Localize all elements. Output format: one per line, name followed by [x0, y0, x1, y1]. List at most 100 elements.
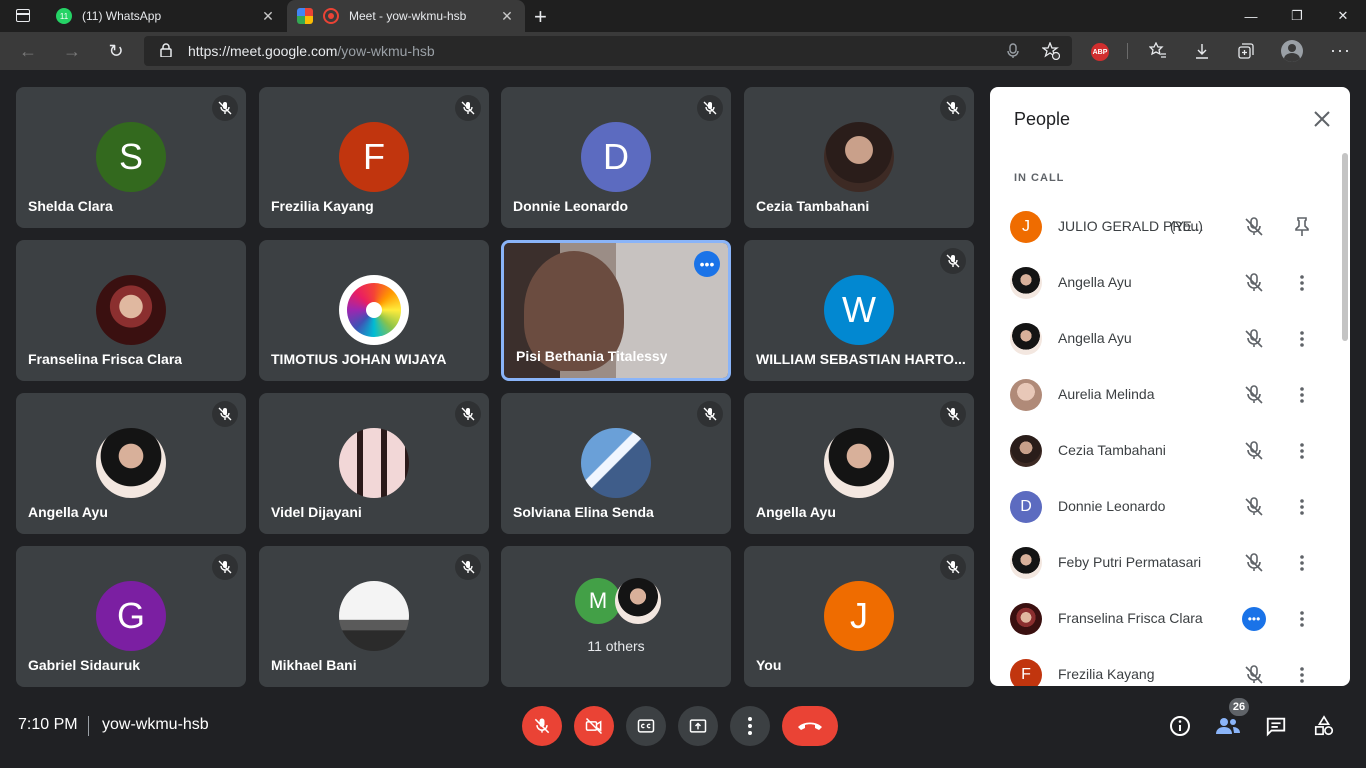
- more-vert-icon[interactable]: [1290, 663, 1314, 686]
- participant-tile-speaking[interactable]: ••• Pisi Bethania Titalessy: [501, 240, 731, 381]
- person-name: Franselina Frisca Clara: [1058, 610, 1203, 626]
- avatar: J: [1010, 211, 1042, 243]
- meeting-details-button[interactable]: [1167, 713, 1193, 739]
- people-list-item[interactable]: D Donnie Leonardo: [990, 479, 1350, 535]
- close-tab-icon[interactable]: ✕: [499, 8, 515, 25]
- participant-name: WILLIAM SEBASTIAN HARTO...: [756, 351, 966, 367]
- restore-icon[interactable]: ❐: [1274, 0, 1320, 32]
- avatar-initial: D: [603, 136, 629, 177]
- tab-badge: 11: [59, 11, 69, 21]
- participant-tile[interactable]: F Frezilia Kayang: [259, 87, 489, 228]
- meeting-time: 7:10 PM: [18, 716, 78, 733]
- more-vert-icon[interactable]: [1290, 327, 1314, 351]
- avatar-photo: [1010, 435, 1042, 467]
- browser-tab-bar: 11 (11) WhatsApp ✕ Meet - yow-wkmu-hsb ✕…: [0, 0, 1366, 32]
- mic-off-icon: [940, 95, 966, 121]
- forward-icon[interactable]: →: [57, 36, 87, 66]
- panel-scrollbar[interactable]: [1342, 153, 1348, 341]
- mic-off-icon: [1245, 217, 1263, 236]
- meeting-code: yow-wkmu-hsb: [102, 716, 209, 733]
- people-button[interactable]: [1215, 713, 1241, 739]
- avatar-photo: [1010, 547, 1042, 579]
- microphone-icon[interactable]: [1006, 43, 1020, 59]
- participant-tile[interactable]: D Donnie Leonardo: [501, 87, 731, 228]
- url-field[interactable]: https://meet.google.com/yow-wkmu-hsb: [144, 36, 1072, 66]
- participant-tile[interactable]: Angella Ayu: [744, 393, 974, 534]
- add-favorite-icon[interactable]: [1042, 42, 1060, 60]
- person-name: Frezilia Kayang: [1058, 666, 1155, 682]
- people-list-item[interactable]: J JULIO GERALD PRE... (You): [990, 199, 1350, 255]
- tab-meet[interactable]: Meet - yow-wkmu-hsb ✕: [287, 0, 525, 32]
- more-vert-icon[interactable]: [1290, 495, 1314, 519]
- adblock-icon[interactable]: ABP: [1091, 43, 1109, 61]
- mic-off-icon: [940, 248, 966, 274]
- mic-toggle-button[interactable]: [522, 706, 562, 746]
- participant-tile[interactable]: Solviana Elina Senda: [501, 393, 731, 534]
- participant-tile[interactable]: Franselina Frisca Clara: [16, 240, 246, 381]
- people-list-item[interactable]: Angella Ayu: [990, 255, 1350, 311]
- section-heading: IN CALL: [1014, 172, 1065, 184]
- camera-off-icon: [585, 717, 603, 735]
- people-list-item[interactable]: Franselina Frisca Clara •••: [990, 591, 1350, 647]
- refresh-icon[interactable]: ↻: [101, 36, 131, 66]
- collections-icon[interactable]: [1237, 42, 1255, 60]
- info-icon: [1170, 716, 1190, 736]
- url-path: /yow-wkmu-hsb: [337, 43, 435, 59]
- more-vert-icon[interactable]: [1290, 551, 1314, 575]
- downloads-icon[interactable]: [1193, 42, 1211, 60]
- self-tile[interactable]: J You: [744, 546, 974, 687]
- activities-button[interactable]: [1311, 713, 1337, 739]
- mic-off-icon: [1245, 497, 1263, 516]
- participant-tile[interactable]: TIMOTIUS JOHAN WIJAYA: [259, 240, 489, 381]
- more-vert-icon[interactable]: [1290, 607, 1314, 631]
- close-tab-icon[interactable]: ✕: [260, 8, 276, 25]
- participant-tile[interactable]: Cezia Tambahani: [744, 87, 974, 228]
- present-button[interactable]: [678, 706, 718, 746]
- participant-tile[interactable]: W WILLIAM SEBASTIAN HARTO...: [744, 240, 974, 381]
- profile-avatar[interactable]: [1281, 40, 1303, 62]
- more-vert-icon[interactable]: [1290, 439, 1314, 463]
- url-host: https://meet.google.com: [188, 43, 338, 59]
- leave-call-button[interactable]: [782, 706, 838, 746]
- people-list-item[interactable]: Angella Ayu: [990, 311, 1350, 367]
- participant-name: Cezia Tambahani: [756, 198, 870, 214]
- favorites-icon[interactable]: [1149, 42, 1167, 60]
- settings-menu-icon[interactable]: ···: [1330, 40, 1351, 61]
- tab-actions-icon[interactable]: [16, 9, 30, 22]
- more-options-button[interactable]: [730, 706, 770, 746]
- people-list-item[interactable]: F Frezilia Kayang: [990, 647, 1350, 686]
- more-vert-icon[interactable]: [1290, 271, 1314, 295]
- more-vert-icon[interactable]: [1290, 383, 1314, 407]
- participant-tile[interactable]: S Shelda Clara: [16, 87, 246, 228]
- participant-tile[interactable]: Angella Ayu: [16, 393, 246, 534]
- participant-name: Frezilia Kayang: [271, 198, 374, 214]
- lock-icon: [160, 43, 172, 57]
- mic-off-icon: [1245, 665, 1263, 684]
- whatsapp-icon: 11: [56, 8, 72, 24]
- participant-tile[interactable]: Mikhael Bani: [259, 546, 489, 687]
- participant-name: Videl Dijayani: [271, 504, 362, 520]
- new-tab-button[interactable]: +: [534, 4, 547, 30]
- avatar-photo: [96, 275, 166, 345]
- person-name: Donnie Leonardo: [1058, 498, 1166, 514]
- you-label: (You): [1170, 218, 1203, 234]
- participant-tile[interactable]: G Gabriel Sidauruk: [16, 546, 246, 687]
- more-options-icon[interactable]: •••: [694, 251, 720, 277]
- avatar-initial: F: [363, 136, 385, 177]
- chat-button[interactable]: [1263, 713, 1289, 739]
- people-list-item[interactable]: Cezia Tambahani: [990, 423, 1350, 479]
- close-window-icon[interactable]: ✕: [1320, 0, 1366, 32]
- camera-toggle-button[interactable]: [574, 706, 614, 746]
- minimize-icon[interactable]: —: [1228, 0, 1274, 32]
- tab-whatsapp[interactable]: 11 (11) WhatsApp ✕: [46, 0, 286, 32]
- back-icon[interactable]: ←: [13, 36, 43, 66]
- pin-icon[interactable]: [1290, 215, 1314, 239]
- others-tile[interactable]: M 11 others: [501, 546, 731, 687]
- participant-name: Mikhael Bani: [271, 657, 357, 673]
- close-icon[interactable]: [1310, 107, 1334, 131]
- captions-button[interactable]: [626, 706, 666, 746]
- captions-icon: [637, 719, 655, 733]
- participant-tile[interactable]: Videl Dijayani: [259, 393, 489, 534]
- people-list-item[interactable]: Feby Putri Permatasari: [990, 535, 1350, 591]
- people-list-item[interactable]: Aurelia Melinda: [990, 367, 1350, 423]
